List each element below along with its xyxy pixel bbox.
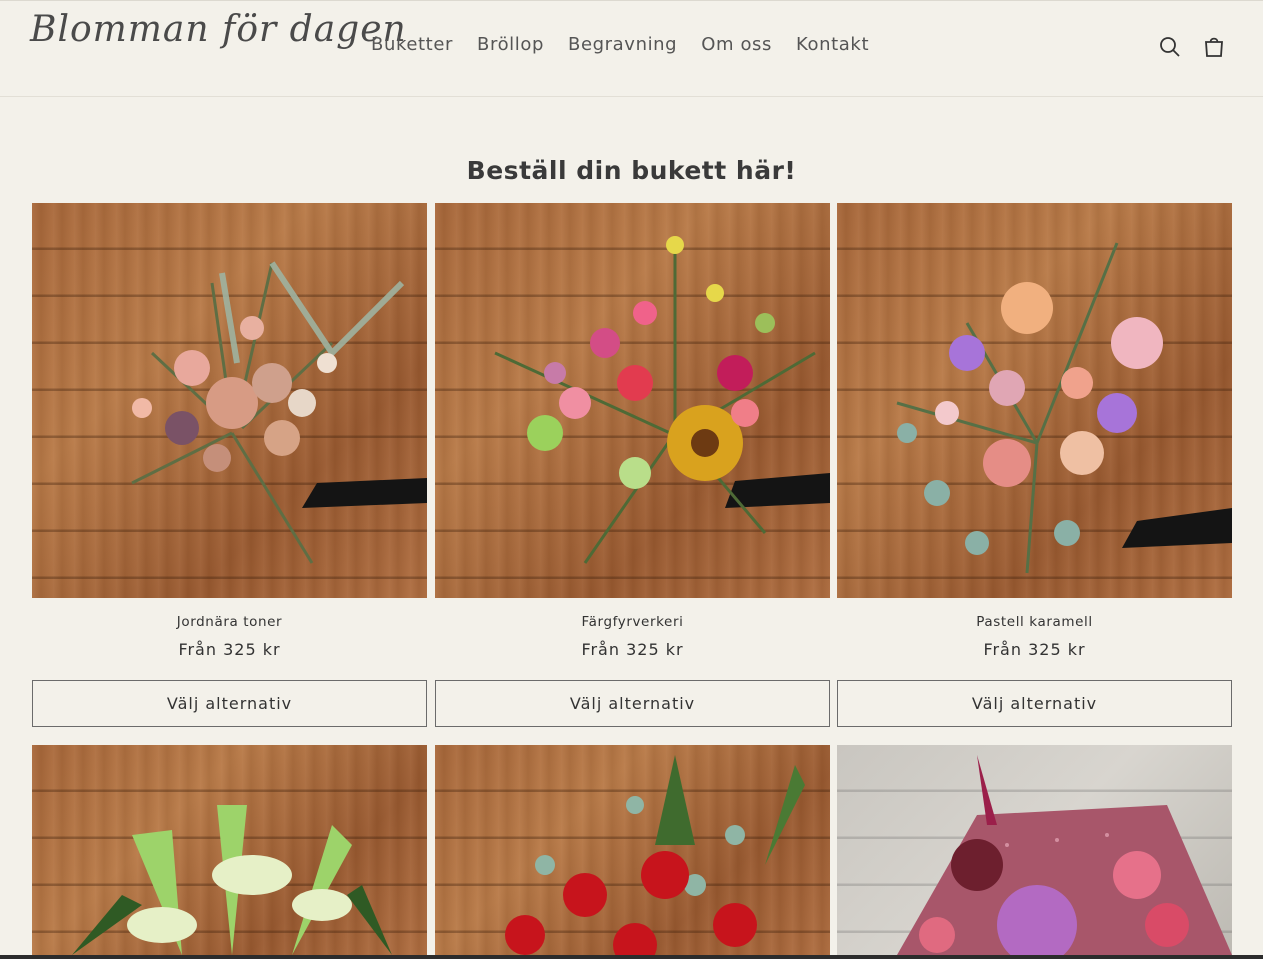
product-image[interactable] (32, 203, 427, 598)
search-icon[interactable] (1158, 35, 1182, 59)
product-image[interactable] (435, 203, 830, 598)
bottom-edge-bar (0, 955, 1263, 959)
nav-item-buketter[interactable]: Buketter (371, 34, 453, 55)
product-price: Från 325 kr (983, 640, 1086, 659)
bouquet-illustration (896, 242, 1232, 574)
product-title[interactable]: Färgfyrverkeri (435, 614, 830, 630)
lily-bouquet-illustration (72, 805, 392, 955)
product-image[interactable] (837, 203, 1232, 598)
nav-item-brollop[interactable]: Bröllop (477, 34, 544, 55)
product-card[interactable]: Pastell karamell Från 325 kr Välj altern… (837, 203, 1232, 727)
pink-bouquet-illustration (897, 755, 1232, 955)
rose-bouquet-illustration (505, 755, 805, 955)
product-title[interactable]: Jordnära toner (32, 614, 427, 630)
bouquet-illustration (494, 236, 830, 564)
product-image[interactable] (435, 745, 830, 955)
main-nav: Buketter Bröllop Begravning Om oss Konta… (371, 34, 893, 55)
product-image[interactable] (837, 745, 1232, 955)
choose-options-button[interactable]: Välj alternativ (435, 680, 830, 727)
product-card[interactable]: Färgfyrverkeri Från 325 kr Välj alternat… (435, 203, 830, 727)
page-title: Beställ din bukett här! (466, 156, 797, 185)
nav-item-kontakt[interactable]: Kontakt (796, 34, 869, 55)
site-logo[interactable]: Blomman för dagen (30, 9, 407, 50)
product-card[interactable]: Jordnära toner Från 325 kr Välj alternat… (32, 203, 427, 727)
site-header: Blomman för dagen Buketter Bröllop Begra… (0, 0, 1263, 97)
product-price: Från 325 kr (178, 640, 281, 659)
product-title[interactable]: Pastell karamell (837, 614, 1232, 630)
choose-options-button[interactable]: Välj alternativ (32, 680, 427, 727)
product-price: Från 325 kr (581, 640, 684, 659)
nav-item-om-oss[interactable]: Om oss (701, 34, 772, 55)
choose-options-button[interactable]: Välj alternativ (837, 680, 1232, 727)
product-image[interactable] (32, 745, 427, 955)
bouquet-illustration (131, 261, 427, 564)
nav-item-begravning[interactable]: Begravning (568, 34, 677, 55)
cart-icon[interactable] (1202, 35, 1226, 59)
